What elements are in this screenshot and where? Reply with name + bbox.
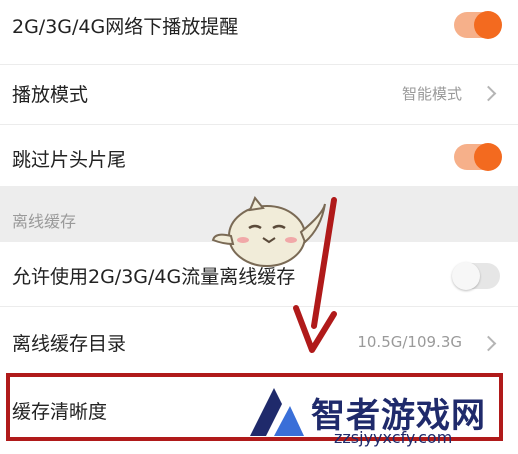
setting-label: 离线缓存目录 — [12, 333, 127, 355]
network-reminder-toggle[interactable] — [454, 11, 502, 39]
section-label: 离线缓存 — [12, 212, 77, 231]
arrow-icon — [293, 197, 337, 353]
setting-row-network-reminder[interactable]: 2G/3G/4G网络下播放提醒 — [0, 0, 518, 52]
watermark-url: zzsjyyxcfy.com — [334, 428, 453, 447]
toggle-knob — [474, 11, 502, 39]
setting-row-skip-intro[interactable]: 跳过片头片尾 — [0, 125, 518, 185]
setting-row-play-mode[interactable]: 播放模式 智能模式 — [0, 65, 518, 123]
allow-mobile-cache-toggle[interactable] — [452, 262, 500, 290]
setting-row-cache-directory[interactable]: 离线缓存目录 10.5G/109.3G — [0, 307, 518, 371]
setting-label: 播放模式 — [12, 84, 89, 106]
cache-directory-value: 10.5G/109.3G — [357, 333, 462, 351]
toggle-knob — [452, 262, 480, 290]
setting-label: 跳过片头片尾 — [12, 149, 127, 171]
setting-label: 2G/3G/4G网络下播放提醒 — [12, 16, 239, 38]
play-mode-value: 智能模式 — [401, 85, 462, 103]
chevron-right-icon — [480, 85, 497, 102]
skip-intro-toggle[interactable] — [454, 143, 502, 171]
toggle-knob — [474, 143, 502, 171]
watermark-logo — [250, 388, 304, 436]
chevron-right-icon — [480, 335, 497, 352]
